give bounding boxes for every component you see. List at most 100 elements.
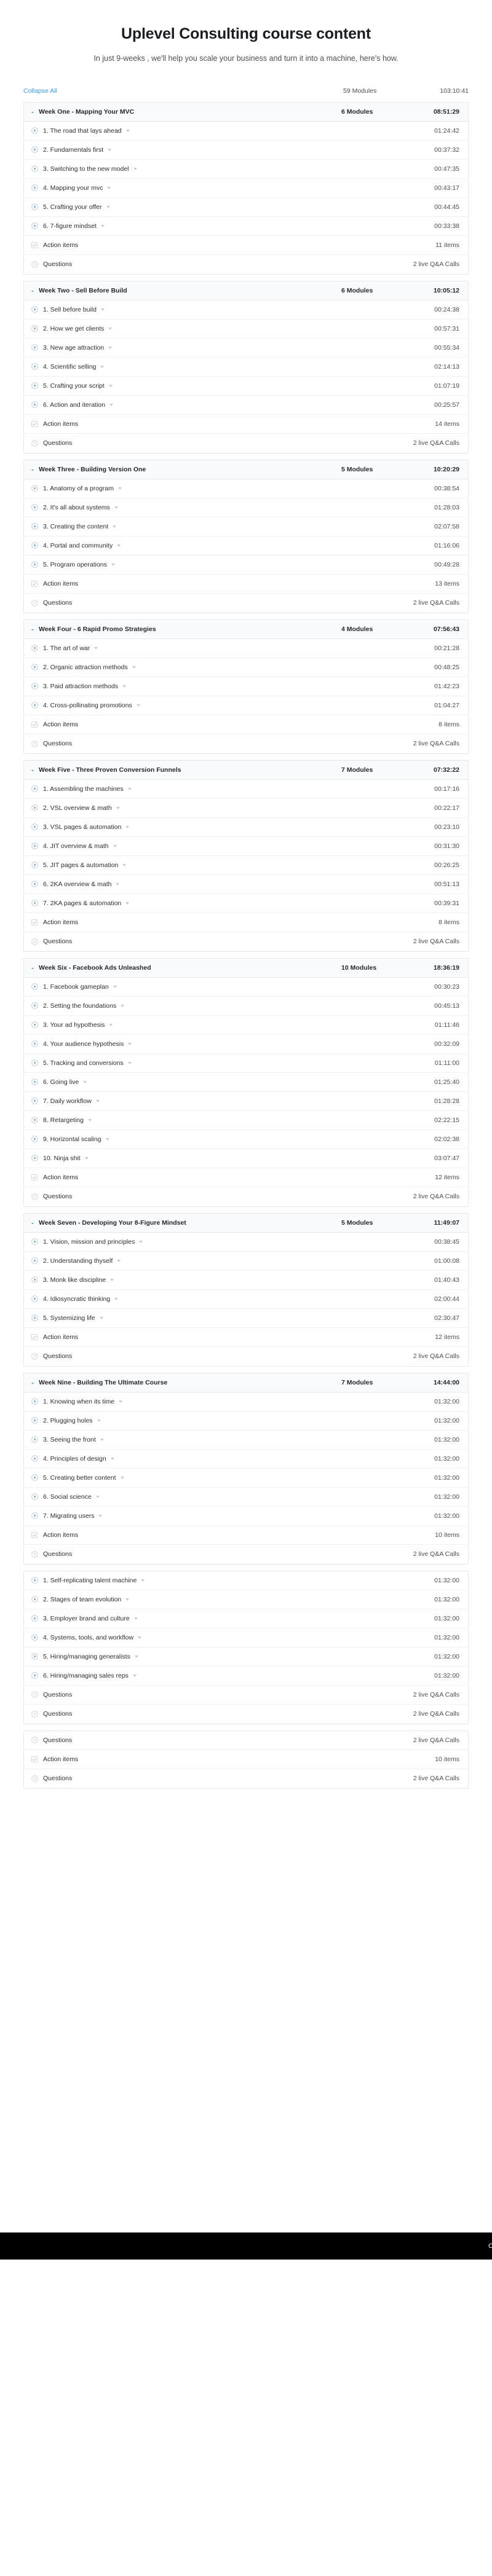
chevron-down-icon[interactable] xyxy=(108,346,113,349)
play-circle-icon[interactable] xyxy=(31,881,43,888)
lesson-row[interactable]: 8. Retargeting 02:22:15 xyxy=(24,1110,468,1130)
chevron-down-icon[interactable] xyxy=(139,1240,143,1243)
play-circle-icon[interactable] xyxy=(31,823,43,831)
play-circle-icon[interactable] xyxy=(31,1117,43,1124)
lesson-row[interactable]: 10. Ninja shit 03:07:47 xyxy=(24,1149,468,1168)
video-player-overlay-bar[interactable]: Cours xyxy=(0,2232,492,2260)
chevron-down-icon[interactable] xyxy=(136,704,140,707)
play-circle-icon[interactable] xyxy=(31,1098,43,1105)
lesson-row[interactable]: 6. Going live 01:25:40 xyxy=(24,1072,468,1092)
chevron-down-icon[interactable] xyxy=(125,129,130,132)
chevron-down-icon[interactable] xyxy=(99,1316,103,1319)
play-circle-icon[interactable] xyxy=(31,1059,43,1067)
chevron-down-icon[interactable] xyxy=(110,1278,114,1281)
play-circle-icon[interactable] xyxy=(31,165,43,173)
lesson-row[interactable]: 5. Program operations 00:49:28 xyxy=(24,555,468,575)
lesson-row[interactable]: 1. Facebook gameplan 00:30:23 xyxy=(24,977,468,997)
section-header[interactable]: - Week Five - Three Proven Conversion Fun… xyxy=(24,760,468,780)
chevron-down-icon[interactable] xyxy=(114,1297,119,1300)
play-circle-icon[interactable] xyxy=(31,1455,43,1463)
play-circle-icon[interactable] xyxy=(31,1653,43,1660)
chevron-down-icon[interactable] xyxy=(109,1023,113,1026)
chevron-down-icon[interactable] xyxy=(98,1514,103,1517)
play-circle-icon[interactable] xyxy=(31,785,43,793)
action-items-row[interactable]: Action items 10 items xyxy=(24,1525,468,1545)
play-circle-icon[interactable] xyxy=(31,900,43,907)
play-circle-icon[interactable] xyxy=(31,1314,43,1322)
lesson-row[interactable]: 4. Portal and community 01:16:06 xyxy=(24,536,468,556)
chevron-down-icon[interactable] xyxy=(113,985,117,988)
play-circle-icon[interactable] xyxy=(31,1615,43,1622)
play-circle-icon[interactable] xyxy=(31,1021,43,1029)
lesson-row[interactable]: 9. Horizontal scaling 02:02:38 xyxy=(24,1129,468,1149)
questions-row[interactable]: ? Questions 2 live Q&A Calls xyxy=(24,1769,468,1788)
play-circle-icon[interactable] xyxy=(31,1577,43,1584)
collapse-toggle-icon[interactable]: - xyxy=(31,287,39,294)
play-circle-icon[interactable] xyxy=(31,561,43,568)
questions-row[interactable]: ? Questions 2 live Q&A Calls xyxy=(24,254,468,274)
chevron-down-icon[interactable] xyxy=(119,1400,123,1403)
questions-row[interactable]: ? Questions 2 live Q&A Calls xyxy=(24,1685,468,1705)
chevron-down-icon[interactable] xyxy=(107,186,111,189)
play-circle-icon[interactable] xyxy=(31,645,43,652)
action-items-row[interactable]: Action items 8 items xyxy=(24,715,468,734)
play-circle-icon[interactable] xyxy=(31,1257,43,1265)
play-circle-icon[interactable] xyxy=(31,1493,43,1501)
section-header[interactable]: - Week Seven - Developing Your 8-Figure M… xyxy=(24,1213,468,1233)
section-header[interactable]: - Week Six - Facebook Ads Unleashed 10 Mod… xyxy=(24,958,468,978)
lesson-row[interactable]: 2. Setting the foundations 00:45:13 xyxy=(24,996,468,1016)
play-circle-icon[interactable] xyxy=(31,1276,43,1284)
section-header[interactable]: - Week Two - Sell Before Build 6 Modules 10… xyxy=(24,281,468,300)
play-circle-icon[interactable] xyxy=(31,702,43,709)
lesson-row[interactable]: 3. Seeing the front 01:32:00 xyxy=(24,1430,468,1450)
chevron-down-icon[interactable] xyxy=(116,882,120,886)
chevron-down-icon[interactable] xyxy=(117,487,122,490)
section-header[interactable]: - Week Four - 6 Rapid Promo Strategies 4 M… xyxy=(24,619,468,639)
chevron-down-icon[interactable] xyxy=(109,403,113,406)
lesson-row[interactable]: 2. How we get clients 00:57:31 xyxy=(24,319,468,339)
chevron-down-icon[interactable] xyxy=(94,646,98,650)
chevron-down-icon[interactable] xyxy=(100,1438,104,1441)
play-circle-icon[interactable] xyxy=(31,401,43,409)
lesson-row[interactable]: 1. Sell before build 00:24:38 xyxy=(24,300,468,320)
lesson-row[interactable]: 7. Migrating users 01:32:00 xyxy=(24,1506,468,1526)
lesson-row[interactable]: 5. Creating better content 01:32:00 xyxy=(24,1468,468,1488)
lesson-row[interactable]: 4. Mapping your mvc 00:43:17 xyxy=(24,178,468,198)
lesson-row[interactable]: 2. Fundamentals first 00:37:32 xyxy=(24,140,468,160)
questions-row[interactable]: ? Questions 2 live Q&A Calls xyxy=(24,1544,468,1564)
lesson-row[interactable]: 1. Anatomy of a program 00:38:54 xyxy=(24,479,468,498)
chevron-down-icon[interactable] xyxy=(83,1080,87,1083)
play-circle-icon[interactable] xyxy=(31,1596,43,1603)
questions-row[interactable]: ? Questions 2 live Q&A Calls xyxy=(24,433,468,453)
lesson-row[interactable]: 6. 2KA overview & math 00:51:13 xyxy=(24,874,468,894)
chevron-down-icon[interactable] xyxy=(106,205,110,208)
lesson-row[interactable]: 3. Paid attraction methods 01:42:23 xyxy=(24,677,468,696)
lesson-row[interactable]: 6. Hiring/managing sales reps 01:32:00 xyxy=(24,1666,468,1686)
chevron-down-icon[interactable] xyxy=(116,806,120,809)
lesson-row[interactable]: 7. 2KA pages & automation 00:39:31 xyxy=(24,893,468,913)
lesson-row[interactable]: 1. Knowing when its time 01:32:00 xyxy=(24,1392,468,1412)
lesson-row[interactable]: 3. VSL pages & automation 00:23:10 xyxy=(24,817,468,837)
action-items-row[interactable]: Action items 14 items xyxy=(24,414,468,434)
play-circle-icon[interactable] xyxy=(31,325,43,332)
play-circle-icon[interactable] xyxy=(31,485,43,492)
lesson-row[interactable]: 3. Employer brand and culture 01:32:00 xyxy=(24,1609,468,1628)
lesson-row[interactable]: 5. JIT pages & automation 00:26:25 xyxy=(24,855,468,875)
play-circle-icon[interactable] xyxy=(31,1634,43,1641)
lesson-row[interactable]: 4. Scientific selling 02:14:13 xyxy=(24,357,468,377)
play-circle-icon[interactable] xyxy=(31,203,43,211)
lesson-row[interactable]: 4. JIT overview & math 00:31:30 xyxy=(24,836,468,856)
play-circle-icon[interactable] xyxy=(31,1002,43,1010)
play-circle-icon[interactable] xyxy=(31,344,43,351)
lesson-row[interactable]: 1. Self-replicating talent machine 01:32:… xyxy=(24,1571,468,1590)
chevron-down-icon[interactable] xyxy=(117,1259,121,1262)
lesson-row[interactable]: 5. Crafting your offer 00:44:45 xyxy=(24,197,468,217)
play-circle-icon[interactable] xyxy=(31,983,43,991)
play-circle-icon[interactable] xyxy=(31,542,43,549)
lesson-row[interactable]: 2. Understanding thyself 01:00:08 xyxy=(24,1251,468,1271)
chevron-down-icon[interactable] xyxy=(108,384,113,387)
play-circle-icon[interactable] xyxy=(31,842,43,850)
lesson-row[interactable]: 3. Switching to the new model 00:47:35 xyxy=(24,159,468,179)
collapse-toggle-icon[interactable]: - xyxy=(31,1219,39,1227)
chevron-down-icon[interactable] xyxy=(97,1419,101,1422)
